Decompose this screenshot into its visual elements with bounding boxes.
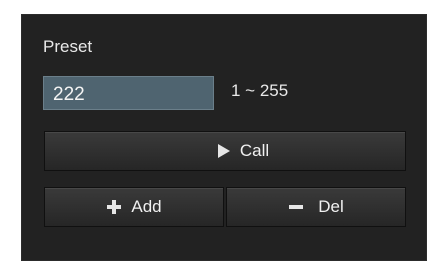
minus-icon [288, 199, 304, 215]
add-button[interactable]: Add [44, 187, 224, 227]
delete-button[interactable]: Del [226, 187, 406, 227]
delete-button-label: Del [318, 197, 344, 216]
preset-title: Preset [43, 37, 93, 56]
call-button-label: Call [239, 141, 270, 160]
preset-range-label: 1 ~ 255 [231, 81, 289, 100]
add-button-label: Add [131, 197, 162, 216]
preset-panel: Preset 1 ~ 255 Call Add Del [21, 14, 427, 261]
preset-number-input[interactable] [43, 76, 214, 110]
play-icon [217, 143, 231, 159]
call-button[interactable]: Call [44, 131, 406, 171]
plus-icon [106, 199, 122, 215]
